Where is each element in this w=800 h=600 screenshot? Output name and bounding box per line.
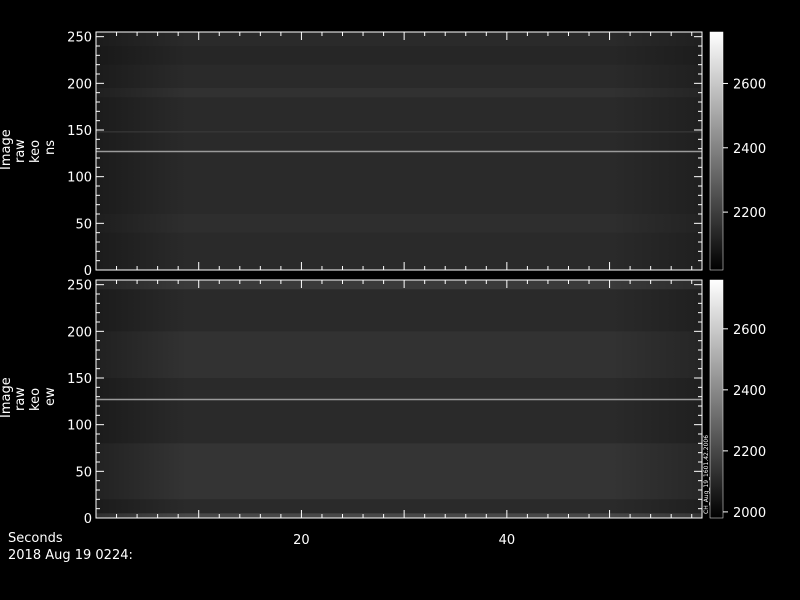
ew-ylabel-keo: keo [28, 387, 43, 411]
ew-ylabel-image: Image [0, 377, 14, 418]
colorbar-tick-label: 2600 [733, 77, 766, 92]
x-axis: 20 40 [293, 533, 515, 548]
ew-ylabel-ew: ew [43, 387, 58, 406]
y-tick-label: 250 [67, 31, 92, 46]
colorbar [709, 31, 724, 271]
ew-ylabel-raw: raw [13, 387, 28, 411]
x-axis-label: Seconds [8, 531, 63, 546]
x-tick-label: 40 [499, 533, 516, 548]
ns-ylabel-keo: keo [28, 139, 43, 163]
y-tick-label: 50 [75, 465, 92, 480]
ns-ylabel-ns: ns [43, 139, 58, 155]
colorbar-tick-label: 2400 [733, 384, 766, 399]
colorbar-tick-label: 2200 [733, 206, 766, 221]
colorbar-tick-label: 2000 [733, 506, 766, 521]
y-tick-label: 0 [84, 264, 92, 279]
date-footer: 2018 Aug 19 0224: [8, 548, 133, 563]
y-tick-label: 100 [67, 419, 92, 434]
colorbar-tick-label: 2400 [733, 142, 766, 157]
y-tick-label: 0 [84, 512, 92, 527]
ns-ylabel-image: Image [0, 129, 14, 170]
x-tick-label: 20 [293, 533, 310, 548]
colorbar-tick-label: 2200 [733, 445, 766, 460]
y-tick-label: 150 [67, 124, 92, 139]
y-tick-label: 150 [67, 372, 92, 387]
y-tick-label: 200 [67, 77, 92, 92]
ns-keogram-panel: 0 50 100 150 200 250 2200 2400 2600 [67, 31, 766, 279]
colorbar-note: CH_Aug_19_1601.42.2006 [703, 435, 710, 514]
y-tick-label: 100 [67, 171, 92, 186]
y-tick-label: 250 [67, 279, 92, 294]
y-tick-label: 50 [75, 217, 92, 232]
keogram-figure: 050100150200250220024002600 050100150200… [67, 31, 766, 548]
y-tick-label: 200 [67, 325, 92, 340]
colorbar [709, 279, 724, 519]
colorbar-tick-label: 2600 [733, 323, 766, 338]
ns-ylabel-raw: raw [13, 139, 28, 163]
ew-keogram-panel: 0 50 100 150 200 250 2000 2200 2400 2600 CH_Aug_19… [67, 279, 766, 527]
